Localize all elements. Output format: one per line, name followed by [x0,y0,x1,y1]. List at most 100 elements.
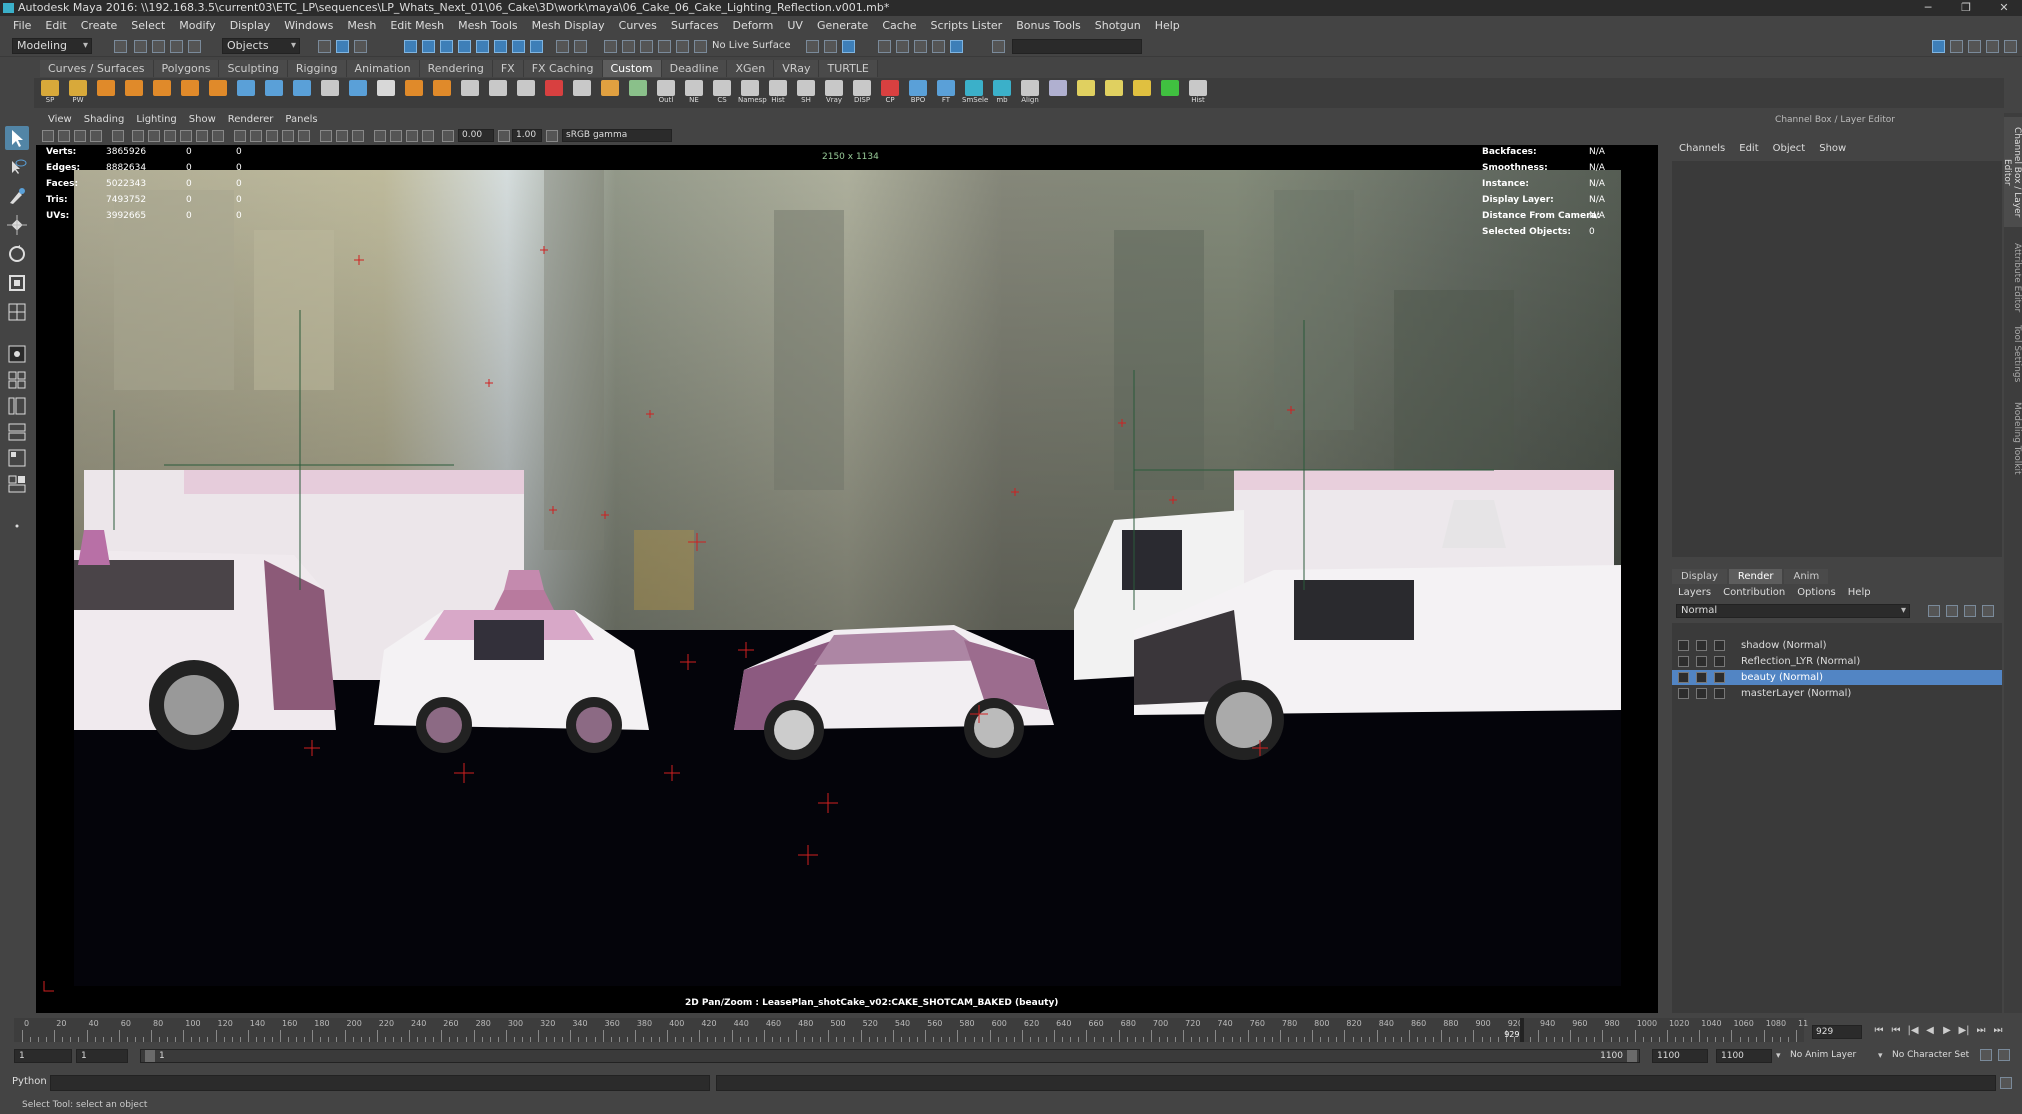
command-input[interactable] [50,1075,710,1091]
quick-search-input[interactable] [1012,39,1142,54]
anti-aliasing-icon[interactable] [406,130,418,142]
render-layer-row[interactable]: masterLayer (Normal) [1672,686,2002,701]
channel-box-menu-edit[interactable]: Edit [1732,143,1765,154]
snap-mask-icon[interactable] [494,40,507,53]
vray-render-icon[interactable] [950,40,963,53]
export-icon[interactable] [1158,80,1182,106]
time-slider[interactable]: 0 20 40 60 80 100 120 140 160 180 200 220 240 260 280 3… [14,1018,1808,1042]
wheel-icon[interactable] [430,80,454,106]
menu-generate[interactable]: Generate [810,18,875,34]
safe-action-icon[interactable] [196,130,208,142]
safe-title-icon[interactable] [212,130,224,142]
render-view-icon[interactable] [896,40,909,53]
wireframe-icon[interactable] [234,130,246,142]
render-current-icon[interactable] [676,40,689,53]
folder-icon[interactable]: PW [66,80,90,106]
diamond-icon[interactable] [122,80,146,106]
snap-curve-icon[interactable] [422,40,435,53]
field-chart-icon[interactable] [180,130,192,142]
layer-tab-display[interactable]: Display [1672,569,1727,584]
disc-icon[interactable] [206,80,230,106]
layer-tab-anim[interactable]: Anim [1784,569,1829,584]
script-editor-icon[interactable] [2000,1077,2012,1089]
window-icon[interactable]: CS [710,80,734,106]
open-scene-icon[interactable] [134,40,147,53]
menu-file[interactable]: File [6,18,38,34]
menu-modify[interactable]: Modify [172,18,222,34]
pen-icon[interactable] [514,80,538,106]
layer-settings-icon[interactable] [1714,640,1725,651]
person-icon[interactable]: Align [1018,80,1042,106]
joint-icon[interactable]: CP [878,80,902,106]
resolution-gate-icon[interactable] [148,130,160,142]
lasso-tool-icon[interactable] [5,155,29,179]
viewport-menu-show[interactable]: Show [183,113,222,127]
character-set-label[interactable]: No Character Set [1892,1050,1969,1060]
layer-menu-options[interactable]: Options [1791,587,1842,598]
snap-toggle-icon[interactable] [512,40,525,53]
view-transform-dropdown[interactable]: sRGB gamma [562,129,672,142]
wrench-icon[interactable] [402,80,426,106]
checker-icon[interactable] [626,80,650,106]
shelf-tab-rigging[interactable]: Rigging [287,60,347,77]
joint-icon[interactable]: BPO [906,80,930,106]
brush-icon[interactable]: DISP [850,80,874,106]
single-perspective-layout-icon[interactable] [5,342,29,366]
window-icon[interactable]: Outl [654,80,678,106]
grid-icon[interactable] [486,80,510,106]
viewport-menu-lighting[interactable]: Lighting [130,113,182,127]
range-slider[interactable]: 1 1100 [140,1049,1640,1063]
bookmark-icon[interactable] [74,130,86,142]
layer-visibility-toggle[interactable] [1678,672,1689,683]
gamma-field[interactable]: 1.00 [512,129,542,142]
layer-menu-contribution[interactable]: Contribution [1717,587,1791,598]
shelf-tab-xgen[interactable]: XGen [727,60,775,77]
frame-icon[interactable] [570,80,594,106]
shelf-tab-turtle[interactable]: TURTLE [819,60,878,77]
undo-icon[interactable] [170,40,183,53]
layer-visibility-toggle[interactable] [1678,640,1689,651]
joint-icon[interactable]: FT [934,80,958,106]
shelf-tab-rendering[interactable]: Rendering [419,60,493,77]
anim-layer-label[interactable]: No Anim Layer [1790,1050,1856,1060]
go-to-end-button[interactable]: ⏭ [1991,1024,2005,1038]
workspace-attr-icon[interactable] [1950,40,1963,53]
move-tool-icon[interactable] [5,213,29,237]
viewport-menu-view[interactable]: View [42,113,78,127]
image-plane-icon[interactable] [90,130,102,142]
workspace-tool-icon[interactable] [1968,40,1981,53]
range-start-handle[interactable] [145,1050,155,1062]
snap-view-plane-icon[interactable] [458,40,471,53]
light-icon[interactable] [1074,80,1098,106]
menu-bonus-tools[interactable]: Bonus Tools [1009,18,1088,34]
cross-icon[interactable] [542,80,566,106]
new-layer-selected-icon[interactable] [1982,605,1994,617]
side-tab-channel-box-layer-editor[interactable]: Channel Box / Layer Editor [2002,117,2022,227]
layer-render-toggle[interactable] [1696,688,1707,699]
paint-select-tool-icon[interactable] [5,184,29,208]
shelf-tab-custom[interactable]: Custom [602,60,662,77]
workspace-layout-icon[interactable] [2004,40,2017,53]
layer-blend-mode-dropdown[interactable]: Normal [1676,604,1910,618]
render-icon[interactable] [1046,80,1070,106]
globe-icon[interactable] [598,80,622,106]
menu-deform[interactable]: Deform [725,18,780,34]
menu-help[interactable]: Help [1148,18,1187,34]
shelf-tab-polygons[interactable]: Polygons [153,60,220,77]
grid-icon[interactable] [458,80,482,106]
persp-graph-layout-icon[interactable] [5,420,29,444]
playback-start-field[interactable]: 1 [76,1049,128,1063]
playback-end-field[interactable]: 1100 [1652,1049,1708,1063]
magnet-icon[interactable] [574,40,587,53]
gear-icon[interactable] [318,80,342,106]
output-ops-icon[interactable] [658,40,671,53]
xray-icon[interactable] [336,130,348,142]
menu-edit[interactable]: Edit [38,18,73,34]
menu-display[interactable]: Display [223,18,278,34]
maximize-button[interactable]: ❐ [1952,0,1980,16]
menu-set-dropdown[interactable]: Modeling [12,38,92,54]
select-tool-icon[interactable] [5,126,29,150]
exposure-field[interactable]: 0.00 [458,129,494,142]
side-tab-tool-settings[interactable]: Tool Settings [2004,323,2022,385]
shelf-tab-vray[interactable]: VRay [774,60,820,77]
